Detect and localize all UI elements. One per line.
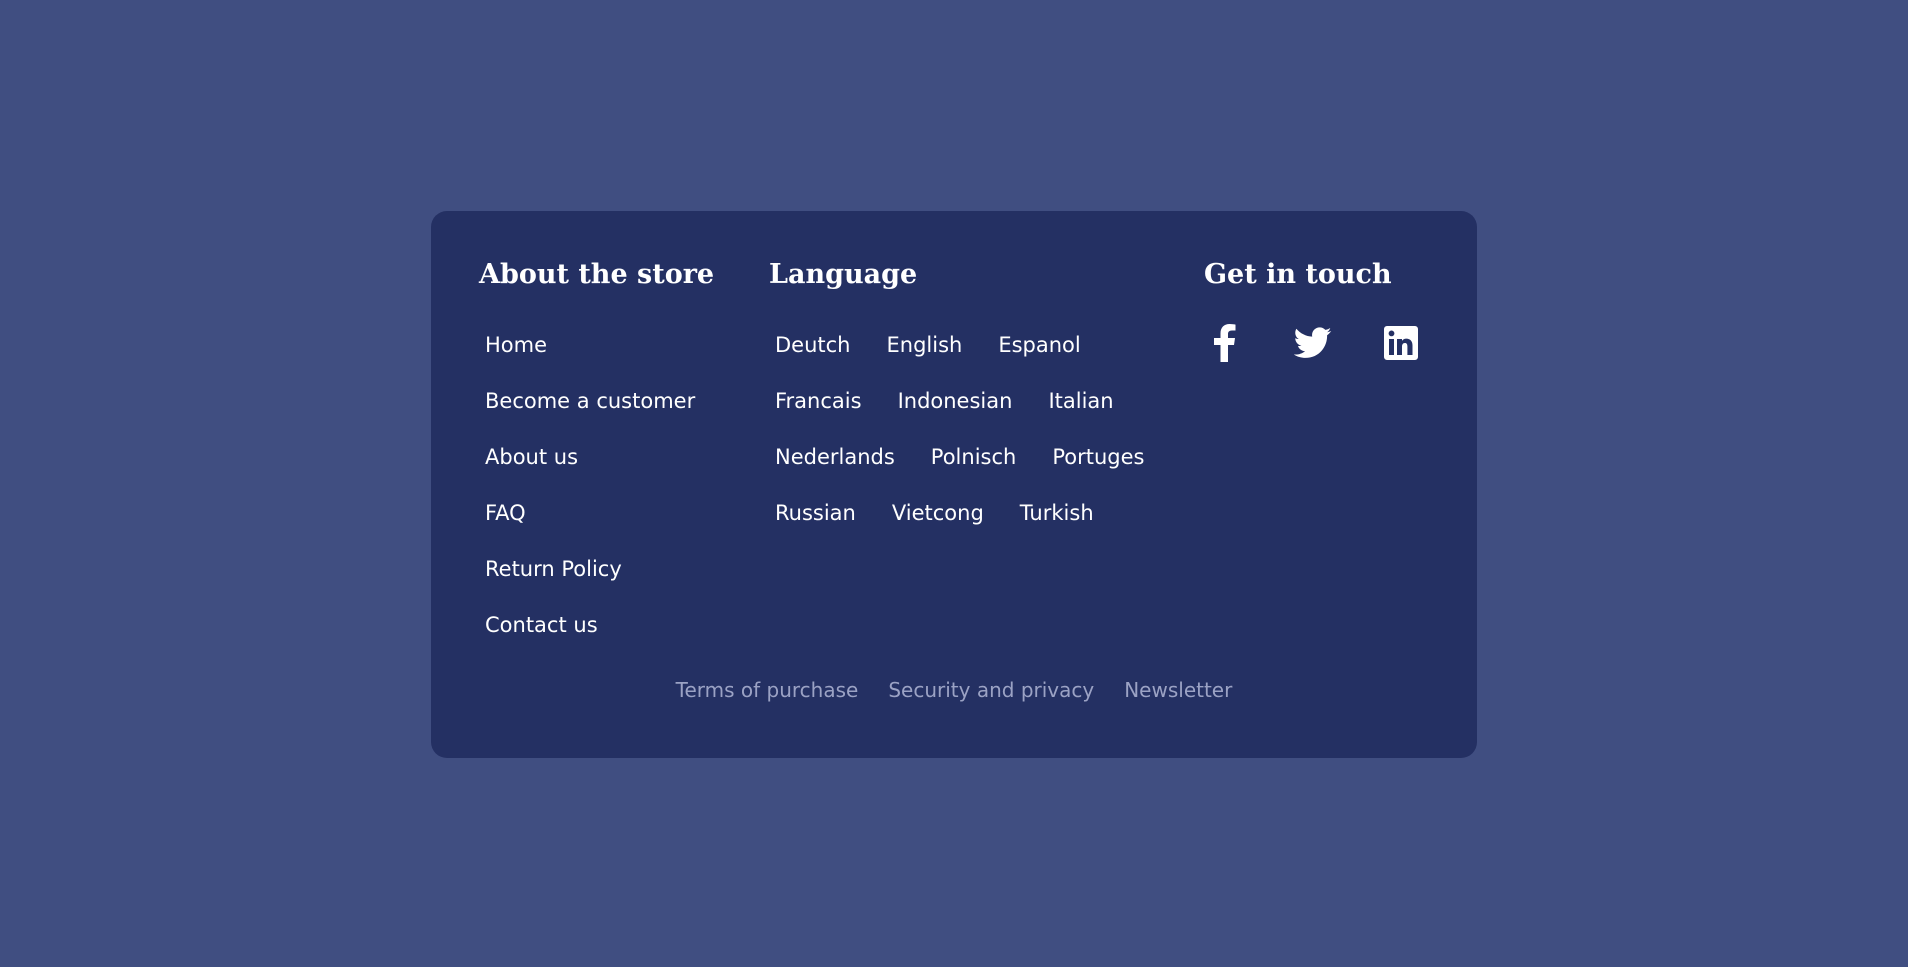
language-heading: Language [769,259,918,290]
language-link-vietcong[interactable]: Vietcong [892,501,984,557]
home-link[interactable]: Home [485,333,547,357]
language-row: Russian Vietcong Turkish [775,501,1175,557]
language-link-russian[interactable]: Russian [775,501,856,557]
about-link-item: FAQ [485,501,695,557]
language-link-turkish[interactable]: Turkish [1020,501,1094,557]
terms-of-purchase-link[interactable]: Terms of purchase [676,678,859,702]
bottom-links: Terms of purchase Security and privacy N… [431,678,1477,702]
about-heading: About the store [479,259,715,290]
faq-link[interactable]: FAQ [485,501,526,525]
about-link-item: Contact us [485,613,695,669]
language-link-nederlands[interactable]: Nederlands [775,445,895,501]
facebook-icon[interactable] [1212,324,1236,362]
footer-card: About the store Home Become a customer A… [431,211,1477,758]
language-row: Francais Indonesian Italian [775,389,1175,445]
contact-us-link[interactable]: Contact us [485,613,598,637]
contact-heading: Get in touch [1204,259,1392,290]
about-link-item: Home [485,333,695,389]
become-customer-link[interactable]: Become a customer [485,389,695,413]
language-row: Nederlands Polnisch Portuges [775,445,1175,501]
language-link-deutch[interactable]: Deutch [775,333,851,389]
social-icons [1212,324,1418,362]
about-links-list: Home Become a customer About us FAQ Retu… [485,333,695,669]
linkedin-icon[interactable] [1384,326,1418,360]
about-link-item: About us [485,445,695,501]
language-link-indonesian[interactable]: Indonesian [898,389,1013,445]
language-row: Deutch English Espanol [775,333,1175,389]
language-link-espanol[interactable]: Espanol [998,333,1080,389]
return-policy-link[interactable]: Return Policy [485,557,622,581]
about-us-link[interactable]: About us [485,445,578,469]
newsletter-link[interactable]: Newsletter [1124,678,1232,702]
security-privacy-link[interactable]: Security and privacy [888,678,1094,702]
language-grid: Deutch English Espanol Francais Indonesi… [775,333,1175,557]
language-link-francais[interactable]: Francais [775,389,862,445]
language-link-polnisch[interactable]: Polnisch [931,445,1017,501]
about-link-item: Return Policy [485,557,695,613]
twitter-icon[interactable] [1294,326,1332,360]
language-link-english[interactable]: English [887,333,963,389]
language-link-portuges[interactable]: Portuges [1052,445,1144,501]
about-link-item: Become a customer [485,389,695,445]
language-link-italian[interactable]: Italian [1048,389,1113,445]
